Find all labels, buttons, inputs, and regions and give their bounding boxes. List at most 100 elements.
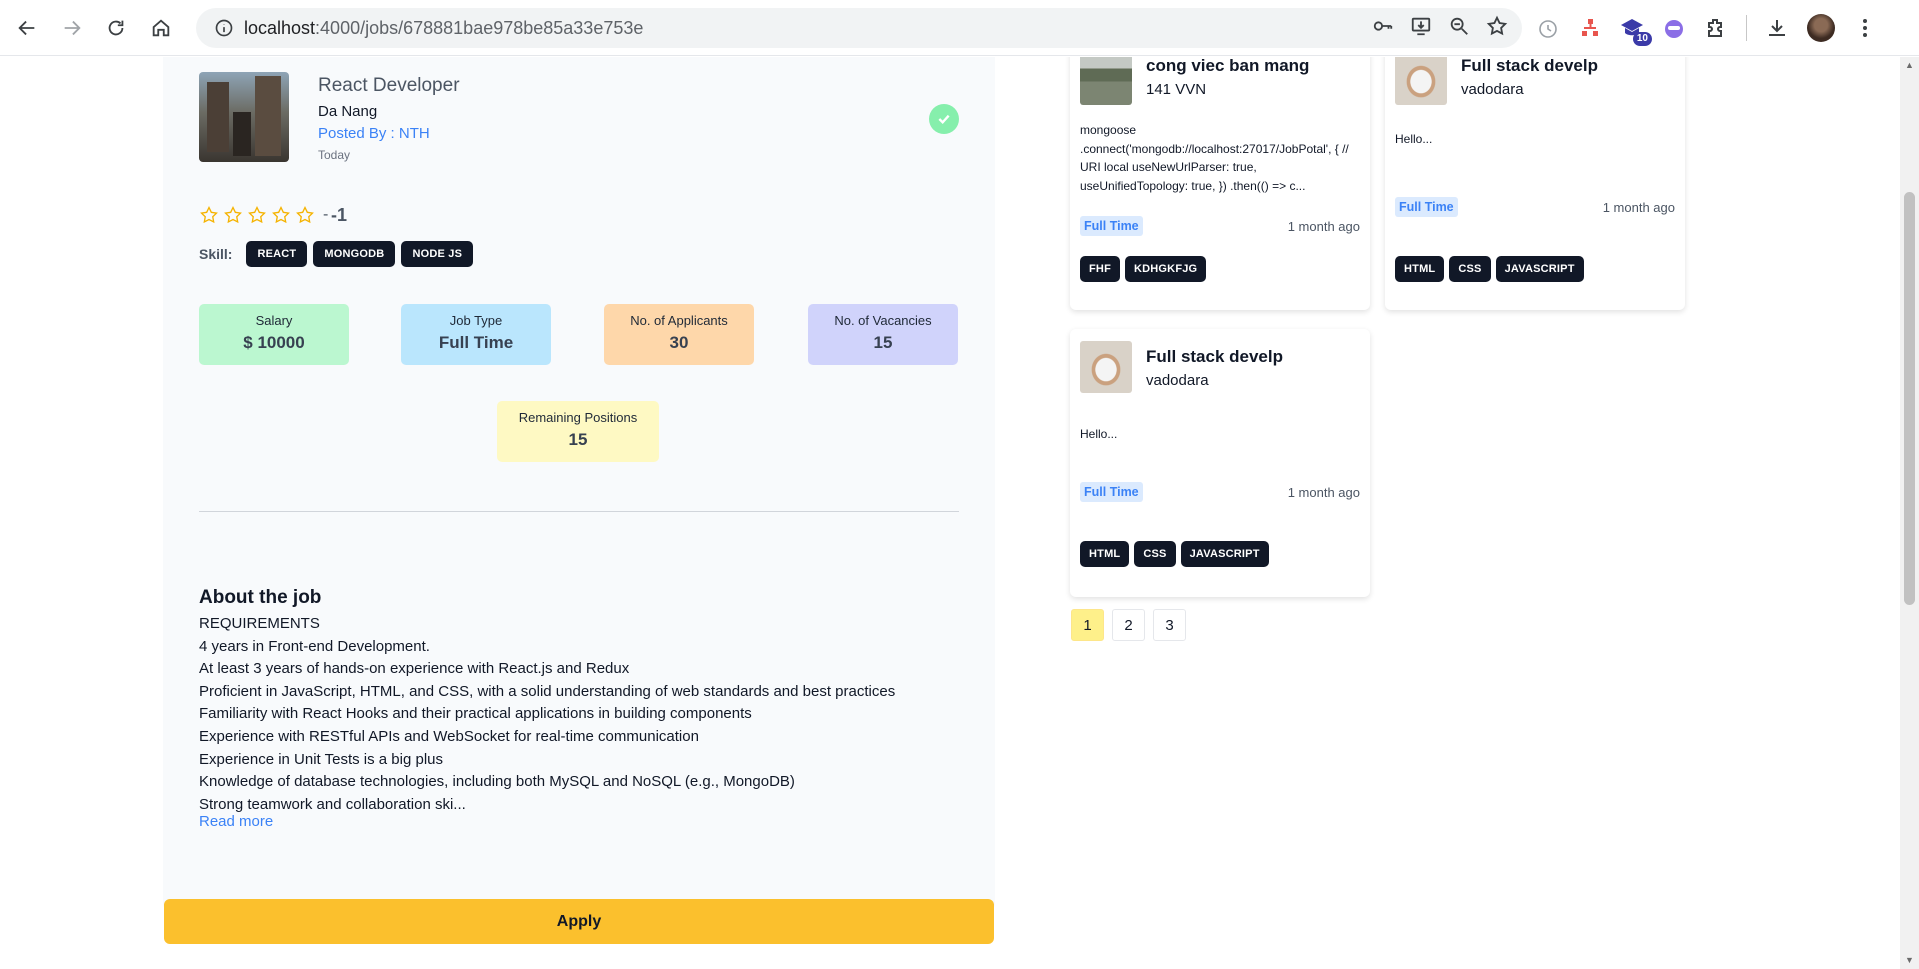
browser-toolbar: localhost:4000/jobs/678881bae978be85a33e… <box>0 0 1919 56</box>
apply-button[interactable]: Apply <box>164 899 994 944</box>
skill-chip: MONGODB <box>313 241 396 267</box>
address-bar[interactable]: localhost:4000/jobs/678881bae978be85a33e… <box>196 8 1522 48</box>
posted-by-link[interactable]: Posted By : NTH <box>318 125 430 142</box>
job-detail-card: React Developer Da Nang Posted By : NTH … <box>163 57 995 913</box>
stat-value: 30 <box>669 333 689 352</box>
password-key-icon[interactable] <box>1372 15 1394 42</box>
tag-chip: HTML <box>1395 256 1445 282</box>
related-job-card[interactable]: cong viec ban mang 141 VVN mongoose .con… <box>1070 57 1370 310</box>
related-job-title[interactable]: Full stack develp <box>1146 347 1283 367</box>
about-line: Familiarity with React Hooks and their p… <box>199 705 752 723</box>
profile-avatar[interactable] <box>1807 14 1835 42</box>
install-app-icon[interactable] <box>1410 15 1432 42</box>
stat-value: $ 10000 <box>243 333 305 352</box>
bookmark-star-icon[interactable] <box>1486 15 1508 42</box>
related-job-title[interactable]: cong viec ban mang <box>1146 57 1309 76</box>
related-job-card[interactable]: Full stack develp vadodara Hello... Full… <box>1385 57 1685 310</box>
rating-separator: - <box>323 206 329 223</box>
scroll-down-arrow[interactable]: ▼ <box>1904 955 1915 966</box>
tag-chip: CSS <box>1449 256 1491 282</box>
url-path: :4000/jobs/678881bae978be85a33e753e <box>315 17 644 38</box>
remaining-positions-stat: Remaining Positions 15 <box>497 401 659 462</box>
tag-chip: CSS <box>1134 541 1176 567</box>
related-job-title[interactable]: Full stack develp <box>1461 57 1598 76</box>
graduation-extension-icon[interactable]: 10 <box>1620 16 1652 46</box>
about-line: Proficient in JavaScript, HTML, and CSS,… <box>199 682 896 700</box>
site-info-icon[interactable] <box>204 8 244 48</box>
page-button-3[interactable]: 3 <box>1153 609 1186 641</box>
read-more-link[interactable]: Read more <box>199 813 273 830</box>
tag-chip: KDHGKFJG <box>1124 256 1207 282</box>
tag-chip: JAVASCRIPT <box>1495 256 1584 282</box>
related-job-subtitle: 141 VVN <box>1146 81 1207 98</box>
job-type-badge: Full Time <box>1395 197 1458 217</box>
star-icon[interactable] <box>295 205 315 225</box>
scrollbar-thumb[interactable] <box>1904 192 1915 605</box>
job-title: React Developer <box>318 75 460 96</box>
applicants-stat: No. of Applicants 30 <box>604 304 754 365</box>
tag-list: HTML CSS JAVASCRIPT <box>1080 541 1269 567</box>
about-line: Experience with RESTful APIs and WebSock… <box>199 727 699 745</box>
related-job-subtitle: vadodara <box>1146 372 1209 389</box>
job-type-badge: Full Time <box>1080 216 1143 236</box>
stat-value: 15 <box>873 333 893 352</box>
related-job-desc: Hello... <box>1080 427 1118 441</box>
stat-label: No. of Applicants <box>630 313 728 328</box>
about-description: REQUIREMENTS 4 years in Front-end Develo… <box>199 613 895 816</box>
related-job-desc: mongoose .connect('mongodb://localhost:2… <box>1080 123 1349 193</box>
toolbar-divider <box>1746 15 1747 41</box>
skills-row: Skill: REACT MONGODB NODE JS <box>199 241 474 267</box>
job-location: Da Nang <box>318 103 378 120</box>
stat-value: 15 <box>568 430 588 449</box>
rating-value: -1 <box>331 205 348 225</box>
tag-chip: HTML <box>1080 541 1130 567</box>
about-line: Knowledge of database technologies, incl… <box>199 773 795 791</box>
mascot-extension-icon[interactable] <box>1662 16 1686 40</box>
timer-extension-icon[interactable] <box>1536 16 1560 40</box>
stat-label: Salary <box>255 313 293 328</box>
zoom-icon[interactable] <box>1448 15 1470 42</box>
related-job-image <box>1395 57 1447 105</box>
page-scrollbar[interactable]: ▲ ▼ <box>1900 57 1919 969</box>
related-job-card[interactable]: Full stack develp vadodara Hello... Full… <box>1070 329 1370 597</box>
page-button-2[interactable]: 2 <box>1112 609 1145 641</box>
tag-list: HTML CSS JAVASCRIPT <box>1395 256 1584 282</box>
reload-icon[interactable] <box>96 8 136 48</box>
related-job-subtitle: vadodara <box>1461 81 1524 98</box>
related-job-image <box>1080 341 1132 393</box>
sitemap-extension-icon[interactable] <box>1578 16 1602 40</box>
page-content: React Developer Da Nang Posted By : NTH … <box>0 57 1900 969</box>
posted-date: Today <box>318 148 351 162</box>
tag-chip: FHF <box>1080 256 1120 282</box>
tag-list: FHF KDHGKFJG <box>1080 256 1207 282</box>
star-icon[interactable] <box>247 205 267 225</box>
forward-icon[interactable] <box>52 8 92 48</box>
verified-check-icon <box>929 104 959 134</box>
extension-badge: 10 <box>1632 32 1652 46</box>
home-icon[interactable] <box>141 8 181 48</box>
star-icon[interactable] <box>223 205 243 225</box>
related-job-image <box>1080 57 1132 105</box>
download-icon[interactable] <box>1765 16 1789 40</box>
scroll-up-arrow[interactable]: ▲ <box>1904 60 1915 71</box>
job-type-stat: Job Type Full Time <box>401 304 551 365</box>
back-icon[interactable] <box>7 8 47 48</box>
star-icon[interactable] <box>199 205 219 225</box>
extension-icon[interactable] <box>1704 16 1728 40</box>
skill-chip: NODE JS <box>401 241 474 267</box>
salary-stat: Salary $ 10000 <box>199 304 349 365</box>
tag-chip: JAVASCRIPT <box>1180 541 1269 567</box>
about-heading: About the job <box>199 587 322 608</box>
url-host: localhost <box>244 17 316 38</box>
about-line: 4 years in Front-end Development. <box>199 637 430 655</box>
page-button-1[interactable]: 1 <box>1071 609 1104 641</box>
rating-stars[interactable]: - <box>199 205 328 225</box>
url-text[interactable]: localhost:4000/jobs/678881bae978be85a33e… <box>244 18 643 39</box>
star-icon[interactable] <box>271 205 291 225</box>
vacancies-stat: No. of Vacancies 15 <box>808 304 958 365</box>
posted-time: 1 month ago <box>1287 485 1360 500</box>
about-line: Strong teamwork and collaboration ski... <box>199 795 466 813</box>
menu-kebab-icon[interactable] <box>1853 16 1877 40</box>
section-divider <box>199 511 959 512</box>
about-line: At least 3 years of hands-on experience … <box>199 660 630 678</box>
